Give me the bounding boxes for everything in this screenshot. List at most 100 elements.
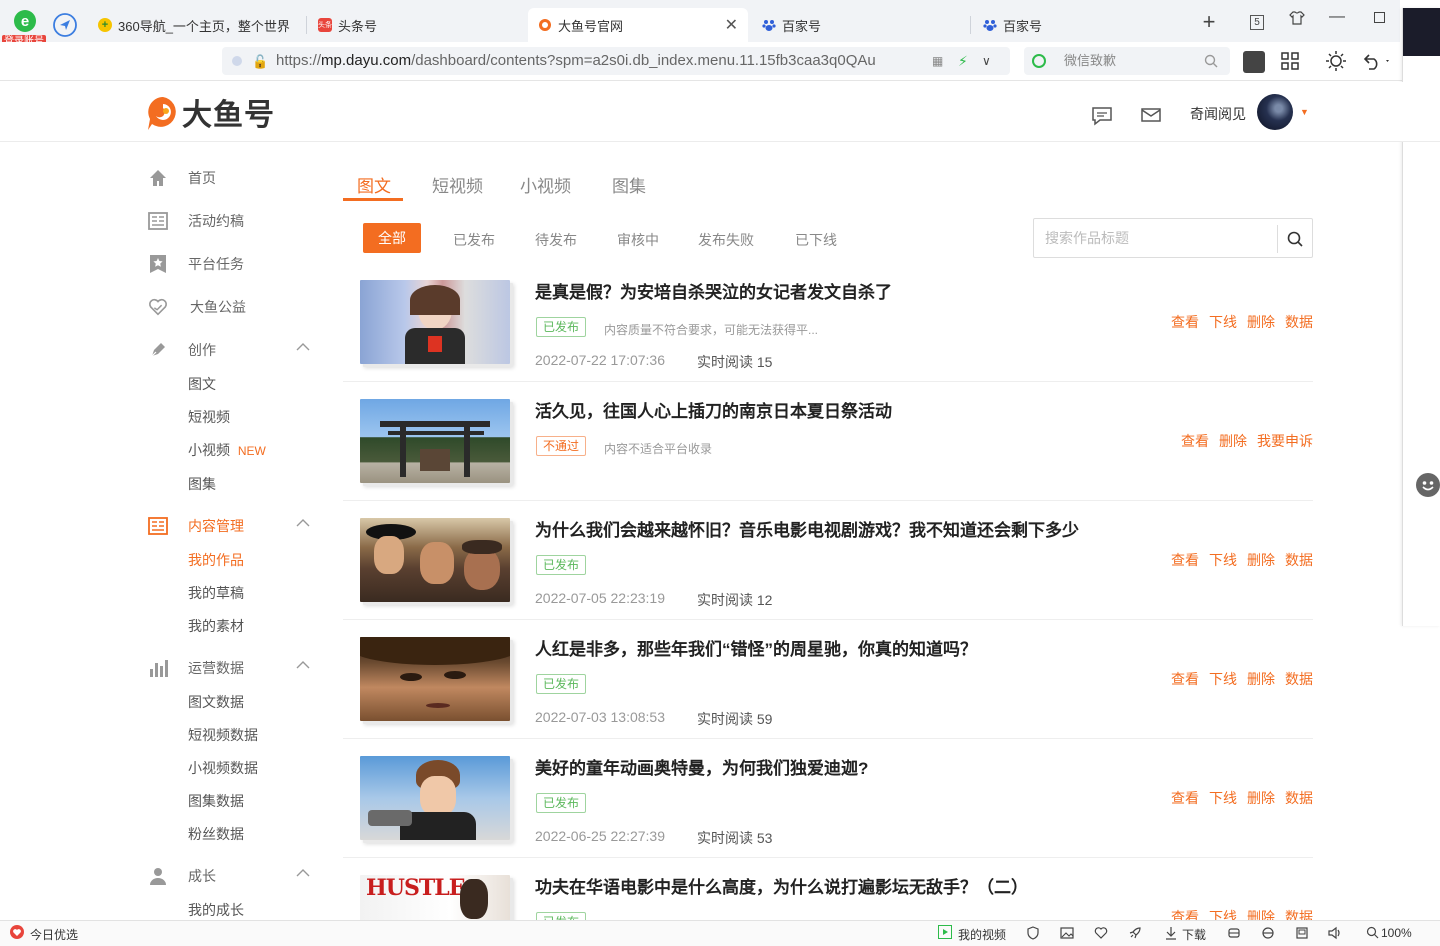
tab-360[interactable]: + 360导航_一个主页，整个世界: [88, 8, 306, 42]
data-link[interactable]: 数据: [1285, 669, 1313, 689]
sidebar-item-create-smallvideo[interactable]: 小视频 NEW: [188, 440, 266, 460]
view-link[interactable]: 查看: [1171, 312, 1199, 332]
article-thumbnail[interactable]: [360, 518, 510, 602]
search-input[interactable]: [1035, 220, 1275, 256]
data-link[interactable]: 数据: [1285, 907, 1313, 920]
tab-short-videos[interactable]: 短视频: [432, 172, 483, 197]
sidebar-item-my-works[interactable]: 我的作品: [188, 550, 244, 570]
delete-link[interactable]: 删除: [1219, 431, 1247, 451]
offline-link[interactable]: 下线: [1209, 907, 1237, 920]
article-title[interactable]: 为什么我们会越来越怀旧？音乐电影电视剧游戏？我不知道还会剩下多少: [535, 516, 1079, 541]
browser-logo-icon[interactable]: e: [12, 8, 38, 34]
article-thumbnail[interactable]: [360, 637, 510, 721]
sidebar-item-tasks[interactable]: 平台任务: [148, 254, 244, 274]
search-button[interactable]: [1277, 225, 1312, 253]
filter-failed-button[interactable]: 发布失败: [698, 228, 754, 256]
offline-link[interactable]: 下线: [1209, 788, 1237, 808]
article-title[interactable]: 美好的童年动画奥特曼，为何我们独爱迪迦?: [535, 754, 868, 779]
zoom-level[interactable]: 100%: [1381, 926, 1412, 940]
sidebar-item-create-gallery[interactable]: 图集: [188, 474, 216, 494]
tab-dayu[interactable]: 大鱼号官网 ✕: [528, 8, 748, 42]
sidebar-item-smallvideo-data[interactable]: 小视频数据: [188, 758, 258, 778]
filter-offline-button[interactable]: 已下线: [795, 228, 837, 256]
delete-link[interactable]: 删除: [1247, 550, 1275, 570]
maximize-icon[interactable]: [1364, 10, 1394, 28]
chevron-up-icon[interactable]: [296, 658, 310, 672]
search-icon[interactable]: [1204, 47, 1218, 77]
article-thumbnail[interactable]: HUSTLE: [360, 875, 510, 920]
tab-count-button[interactable]: 5: [1242, 12, 1272, 30]
tab-toutiao[interactable]: 头条 头条号: [308, 8, 526, 42]
sidebar-item-gallery-data[interactable]: 图集数据: [188, 791, 244, 811]
delete-link[interactable]: 删除: [1247, 669, 1275, 689]
data-link[interactable]: 数据: [1285, 312, 1313, 332]
chevron-up-icon[interactable]: [296, 516, 310, 530]
offline-link[interactable]: 下线: [1209, 669, 1237, 689]
sidebar-item-my-growth[interactable]: 我的成长: [188, 900, 244, 920]
sidebar-item-activity[interactable]: 活动约稿: [148, 211, 244, 231]
daily-picks-link[interactable]: 今日优选: [30, 926, 78, 943]
sidebar-item-home[interactable]: 首页: [148, 168, 216, 188]
smiley-icon[interactable]: [1416, 473, 1440, 497]
sidebar-group-growth[interactable]: 成长: [148, 866, 216, 886]
chevron-down-icon[interactable]: ▼: [1300, 107, 1309, 117]
sidebar-item-fans-data[interactable]: 粉丝数据: [188, 824, 244, 844]
car-icon[interactable]: [1227, 926, 1241, 943]
view-link[interactable]: 查看: [1171, 907, 1199, 920]
delete-link[interactable]: 删除: [1247, 907, 1275, 920]
heart-icon[interactable]: [10, 925, 24, 942]
article-thumbnail[interactable]: [360, 756, 510, 840]
tab-galleries[interactable]: 图集: [612, 172, 646, 197]
avatar[interactable]: [1257, 94, 1293, 130]
reader-icon[interactable]: [1243, 51, 1265, 73]
offline-link[interactable]: 下线: [1209, 550, 1237, 570]
sidebar-item-article-data[interactable]: 图文数据: [188, 692, 244, 712]
filter-published-button[interactable]: 已发布: [453, 228, 495, 256]
view-link[interactable]: 查看: [1171, 550, 1199, 570]
filter-reviewing-button[interactable]: 审核中: [617, 228, 659, 256]
navigation-icon[interactable]: [52, 12, 78, 38]
view-link[interactable]: 查看: [1171, 788, 1199, 808]
article-title[interactable]: 功夫在华语电影中是什么高度，为什么说打遍影坛无敌手？（二）: [535, 873, 1028, 898]
sidebar-item-shortvideo-data[interactable]: 短视频数据: [188, 725, 258, 745]
filter-pending-button[interactable]: 待发布: [535, 228, 577, 256]
minimize-icon[interactable]: —: [1322, 8, 1352, 26]
chevron-up-icon[interactable]: [296, 866, 310, 880]
sidebar-item-charity[interactable]: 大鱼公益: [148, 297, 246, 317]
sidebar-group-data[interactable]: 运营数据: [148, 658, 244, 678]
article-thumbnail[interactable]: [360, 399, 510, 483]
tab-articles[interactable]: 图文: [357, 172, 391, 197]
tab-small-videos[interactable]: 小视频: [520, 172, 571, 197]
delete-link[interactable]: 删除: [1247, 788, 1275, 808]
brightness-icon[interactable]: [1325, 50, 1347, 77]
sidebar-item-create-shortvideo[interactable]: 短视频: [188, 407, 230, 427]
chevron-up-icon[interactable]: [296, 340, 310, 354]
tab-baijia-1[interactable]: 百家号: [752, 8, 968, 42]
new-tab-button[interactable]: +: [1194, 9, 1224, 35]
heart-outline-icon[interactable]: [1094, 926, 1108, 943]
zoom-icon[interactable]: [1366, 926, 1379, 942]
data-link[interactable]: 数据: [1285, 550, 1313, 570]
search-engine-icon[interactable]: [1032, 54, 1046, 68]
article-title[interactable]: 人红是非多，那些年我们“错怪”的周星驰，你真的知道吗？: [535, 635, 977, 660]
image-icon[interactable]: [1060, 926, 1074, 943]
appeal-link[interactable]: 我要申诉: [1257, 431, 1313, 451]
apps-grid-icon[interactable]: [1280, 51, 1300, 76]
browser-search-field[interactable]: 微信致歉: [1024, 47, 1230, 75]
sidebar-group-create[interactable]: 创作: [148, 340, 216, 360]
tab-baijia-2[interactable]: 百家号: [973, 8, 1189, 42]
qr-code-icon[interactable]: ▦: [932, 47, 943, 75]
mail-icon[interactable]: [1141, 107, 1161, 128]
article-title[interactable]: 是真是假？为安培自杀哭泣的女记者发文自杀了: [535, 278, 892, 303]
lock-warning-icon[interactable]: 🔓: [252, 48, 268, 76]
offline-link[interactable]: 下线: [1209, 312, 1237, 332]
data-link[interactable]: 数据: [1285, 788, 1313, 808]
view-link[interactable]: 查看: [1181, 431, 1209, 451]
article-title[interactable]: 活久见，往国人心上插刀的南京日本夏日祭活动: [535, 397, 892, 422]
chevron-down-icon[interactable]: ∨: [982, 47, 991, 75]
url-field[interactable]: 🔓 https://mp.dayu.com/dashboard/contents…: [222, 47, 1010, 75]
ie-icon[interactable]: [1261, 926, 1275, 943]
my-video-link[interactable]: 我的视频: [958, 926, 1006, 943]
message-icon[interactable]: [1091, 106, 1113, 131]
sidebar-item-my-materials[interactable]: 我的素材: [188, 616, 244, 636]
